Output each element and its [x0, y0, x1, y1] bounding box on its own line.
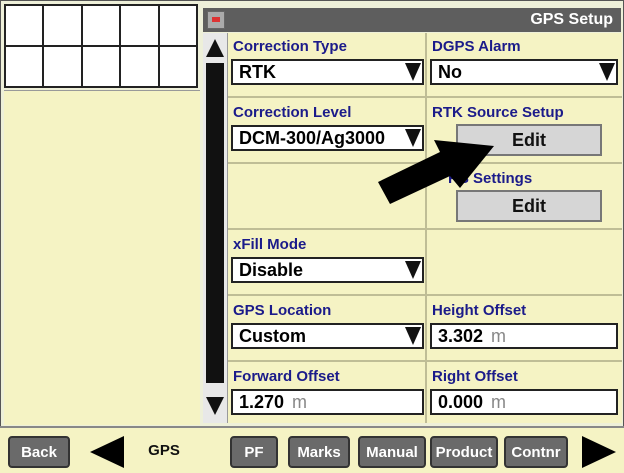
grid-cell[interactable] [80, 45, 122, 88]
row-divider [228, 360, 622, 362]
dgps-alarm-value: No [438, 62, 462, 82]
right-offset-label: Right Offset [432, 368, 518, 385]
grid-cell[interactable] [3, 45, 45, 88]
back-button[interactable]: Back [8, 436, 70, 468]
forward-offset-value: 1.270 [239, 392, 285, 412]
tab-contnr[interactable]: Contnr [504, 436, 568, 468]
scroll-up-icon[interactable] [206, 39, 224, 57]
height-offset-unit: m [491, 326, 507, 346]
chevron-down-icon [404, 61, 422, 83]
xfill-mode-dropdown[interactable]: Disable [231, 257, 424, 283]
gps-location-value: Custom [239, 326, 306, 346]
forward-offset-label: Forward Offset [233, 368, 340, 385]
grid-cell[interactable] [80, 4, 122, 47]
grid-cell[interactable] [157, 45, 199, 88]
row-divider [228, 228, 622, 230]
dgps-alarm-dropdown[interactable]: No [430, 59, 618, 85]
tab-manual[interactable]: Manual [358, 436, 426, 468]
xfill-mode-label: xFill Mode [233, 236, 307, 253]
window-icon [207, 11, 225, 29]
xfill-mode-value: Disable [239, 260, 304, 280]
row-divider [228, 96, 622, 98]
height-offset-value: 3.302 [438, 326, 484, 346]
correction-level-label: Correction Level [233, 104, 352, 121]
chevron-down-icon [404, 325, 422, 347]
bottom-nav-bar: Back GPS PF Marks Manual Product Contnr [0, 426, 624, 473]
pointer-arrow-icon [378, 140, 494, 204]
correction-level-value: DCM-300/Ag3000 [239, 128, 386, 148]
scroll-down-icon[interactable] [206, 397, 224, 415]
forward-offset-unit: m [292, 392, 308, 412]
rtk-source-setup-label: RTK Source Setup [432, 104, 564, 121]
nav-left-arrow-icon[interactable] [88, 434, 126, 470]
tab-product[interactable]: Product [430, 436, 498, 468]
chevron-down-icon [598, 61, 616, 83]
left-grid [3, 4, 199, 88]
height-offset-label: Height Offset [432, 302, 527, 319]
grid-cell[interactable] [119, 4, 160, 47]
row-divider [228, 294, 622, 296]
left-panel [4, 90, 200, 425]
correction-type-value: RTK [239, 62, 276, 82]
right-offset-unit: m [491, 392, 507, 412]
scroll-track[interactable] [206, 63, 224, 383]
tab-pf[interactable]: PF [230, 436, 278, 468]
gps-location-label: GPS Location [233, 302, 332, 319]
page-title: GPS Setup [530, 11, 613, 28]
chevron-down-icon [404, 259, 422, 281]
scrollbar[interactable] [203, 33, 228, 423]
height-offset-input[interactable]: 3.302 m [430, 323, 618, 349]
title-bar: GPS Setup [203, 8, 621, 32]
grid-cell[interactable] [157, 4, 199, 47]
grid-cell[interactable] [42, 4, 83, 47]
correction-type-label: Correction Type [233, 38, 347, 55]
nav-right-arrow-icon[interactable] [580, 434, 618, 470]
tab-gps[interactable]: GPS [136, 436, 192, 468]
gps-location-dropdown[interactable]: Custom [231, 323, 424, 349]
grid-cell[interactable] [42, 45, 83, 88]
forward-offset-input[interactable]: 1.270 m [231, 389, 424, 415]
right-offset-input[interactable]: 0.000 m [430, 389, 618, 415]
dgps-alarm-label: DGPS Alarm [432, 38, 521, 55]
tab-marks[interactable]: Marks [288, 436, 350, 468]
grid-cell[interactable] [3, 4, 45, 47]
correction-type-dropdown[interactable]: RTK [231, 59, 424, 85]
grid-cell[interactable] [119, 45, 160, 88]
right-offset-value: 0.000 [438, 392, 484, 412]
